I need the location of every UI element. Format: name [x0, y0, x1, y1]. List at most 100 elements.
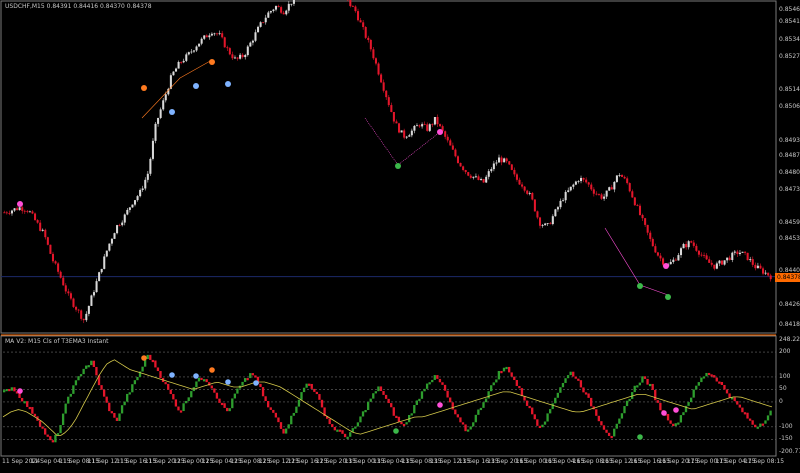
candle-body: [608, 187, 610, 190]
oscillator-bar: [141, 367, 143, 372]
candle-body: [111, 239, 113, 244]
oscillator-bar: [439, 379, 441, 382]
oscillator-bar: [669, 420, 671, 423]
oscillator-bar: [459, 417, 461, 422]
candle-body: [595, 194, 597, 195]
oscillator-bar: [470, 426, 472, 429]
candle-body: [726, 258, 728, 261]
candle-body: [131, 205, 133, 208]
oscillator-bar: [718, 381, 720, 383]
oscillator-bar: [754, 425, 756, 427]
candle-body: [636, 205, 638, 206]
oscillator-bar: [751, 420, 753, 424]
candle-body: [16, 208, 18, 210]
oscillator-bar: [590, 398, 592, 406]
oscillator-bar: [136, 377, 138, 380]
indicator-marker: [209, 367, 215, 373]
candle-body: [14, 208, 16, 210]
oscillator-bar: [552, 403, 554, 409]
neutral-marker: [141, 85, 147, 91]
oscillator-bar: [411, 413, 413, 415]
candle-body: [549, 223, 551, 224]
candle-body: [60, 272, 62, 278]
candle-body: [749, 259, 751, 260]
oscillator-bar: [572, 372, 574, 377]
oscillator-bar: [29, 407, 31, 409]
candle-body: [577, 181, 579, 182]
oscillator-bar: [746, 413, 748, 419]
candle-body: [590, 185, 592, 190]
candle-body: [585, 180, 587, 183]
indicator-marker: [661, 410, 667, 416]
oscillator-bar: [511, 372, 513, 376]
candle-body: [688, 241, 690, 247]
oscillator-bar: [528, 406, 530, 408]
candle-body: [55, 261, 57, 263]
candle-body: [524, 187, 526, 191]
candle-body: [452, 145, 454, 149]
candle-body: [121, 223, 123, 226]
candle-body: [288, 4, 290, 11]
candle-body: [506, 158, 508, 161]
chart-canvas[interactable]: [0, 0, 800, 469]
candle-body: [383, 82, 385, 90]
oscillator-bar: [236, 389, 238, 394]
oscillator-bar: [400, 422, 402, 424]
oscillator-bar: [616, 424, 618, 429]
candle-body: [172, 72, 174, 76]
candle-body: [759, 266, 761, 269]
indicator-marker: [193, 373, 199, 379]
candle-body: [408, 135, 410, 136]
candle-body: [490, 169, 492, 171]
oscillator-bar: [267, 401, 269, 407]
candle-body: [449, 140, 451, 145]
candle-body: [703, 255, 705, 256]
candle-body: [721, 261, 723, 265]
indicator-legend: MA V2: M15 Cls of T3EMA3 Instant: [5, 338, 109, 345]
oscillator-bar: [598, 416, 600, 421]
candle-body: [477, 176, 479, 180]
oscillator-bar: [687, 402, 689, 406]
oscillator-bar: [346, 437, 348, 439]
current-price-box: 0.84378: [775, 273, 800, 282]
oscillator-bar: [54, 435, 56, 442]
oscillator-bar: [49, 436, 51, 440]
chart-window[interactable]: USDCHF,M15 0.84391 0.84416 0.84370 0.843…: [0, 0, 800, 469]
candle-body: [570, 187, 572, 191]
candle-body: [39, 223, 41, 231]
candle-body: [672, 260, 674, 262]
candle-body: [736, 252, 738, 254]
oscillator-bar: [418, 399, 420, 401]
oscillator-bar: [349, 432, 351, 437]
oscillator-bar: [618, 419, 620, 424]
price-tick-label: 0.85344: [779, 37, 800, 43]
oscillator-bar: [226, 408, 228, 411]
candle-body: [265, 18, 267, 23]
candle-body: [690, 241, 692, 242]
oscillator-bar: [577, 379, 579, 381]
candle-body: [465, 170, 467, 172]
price-tick-label: 0.84530: [779, 236, 800, 242]
oscillator-bar: [582, 387, 584, 392]
oscillator-bar: [285, 429, 287, 434]
indicator-marker: [169, 372, 175, 378]
candle-body: [739, 253, 741, 254]
candle-body: [270, 11, 272, 12]
oscillator-bar: [457, 414, 459, 417]
oscillator-bar: [736, 401, 738, 404]
oscillator-bar: [377, 386, 379, 391]
candle-body: [193, 50, 195, 51]
candle-body: [601, 194, 603, 198]
oscillator-bar: [398, 417, 400, 422]
candle-body: [237, 57, 239, 58]
oscillator-bar: [334, 427, 336, 430]
candle-body: [257, 27, 259, 32]
oscillator-bar: [639, 383, 641, 386]
oscillator-bar: [500, 371, 502, 373]
price-tick-label: 0.85273: [779, 54, 800, 60]
oscillator-bar: [223, 403, 225, 408]
oscillator-bar: [557, 393, 559, 398]
candle-body: [767, 273, 769, 276]
candle-body: [285, 11, 287, 15]
oscillator-bar: [403, 424, 405, 426]
